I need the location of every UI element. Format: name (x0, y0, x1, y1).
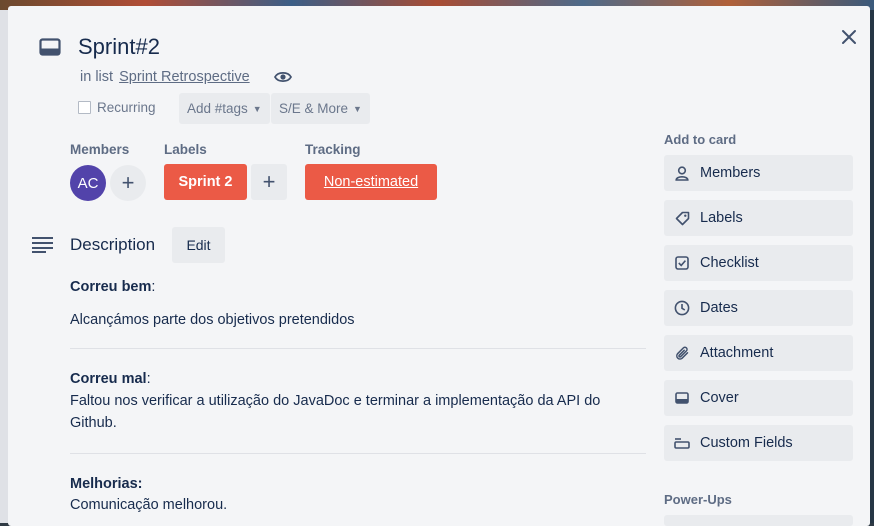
chevron-down-icon: ▼ (353, 103, 362, 114)
divider (70, 348, 646, 349)
card-icon (39, 38, 61, 56)
sidebar-attachment-label: Attachment (700, 345, 774, 361)
person-icon (674, 165, 690, 181)
sidebar-labels-label: Labels (700, 210, 743, 226)
tag-icon (674, 210, 690, 226)
chevron-down-icon: ▼ (252, 103, 262, 114)
close-button[interactable] (834, 22, 864, 52)
heading-bold: Melhorias: (70, 476, 143, 492)
description-heading-1: Correu bem: (70, 279, 156, 295)
edit-description-button[interactable]: Edit (172, 227, 225, 263)
description-title: Description (70, 235, 156, 254)
description-text-1: Alcançámos parte dos objetivos pretendid… (70, 312, 355, 328)
clock-icon (674, 300, 690, 316)
sidebar-dates-label: Dates (700, 300, 738, 316)
labels-heading: Labels (164, 142, 207, 157)
tracking-heading: Tracking (305, 142, 361, 157)
description-text-2-line-2: Github. (70, 415, 117, 431)
plus-icon: + (262, 169, 276, 194)
se-more-button[interactable]: S/E & More ▼ (271, 93, 370, 124)
description-heading-2: Correu mal: (70, 371, 151, 387)
recurring-checkbox[interactable] (78, 101, 91, 114)
sidebar-checklist-button[interactable]: Checklist (664, 245, 853, 281)
sidebar-dates-button[interactable]: Dates (664, 290, 853, 326)
list-link[interactable]: Sprint Retrospective (119, 69, 250, 85)
sidebar-custom-fields-label: Custom Fields (700, 435, 793, 451)
card-title[interactable]: Sprint#2 (78, 34, 160, 60)
avatar[interactable]: AC (70, 165, 106, 201)
power-up-button[interactable] (664, 515, 853, 526)
sidebar-attachment-button[interactable]: Attachment (664, 335, 853, 371)
sidebar-labels-button[interactable]: Labels (664, 200, 853, 236)
sidebar-members-label: Members (700, 165, 761, 181)
board-background-right (870, 10, 874, 523)
sidebar-custom-fields-button[interactable]: Custom Fields (664, 425, 853, 461)
paperclip-icon (674, 345, 690, 361)
sidebar-checklist-label: Checklist (700, 255, 759, 271)
label-chip[interactable]: Sprint 2 (164, 164, 247, 200)
tracking-button[interactable]: Non-estimated (305, 164, 437, 200)
plus-icon: + (121, 170, 135, 195)
description-text-2-line-1: Faltou nos verificar a utilização do Jav… (70, 393, 601, 409)
checkbox-icon (674, 255, 690, 271)
card-detail-window: Sprint#2 in list Sprint Retrospective Re… (8, 6, 870, 526)
add-member-button[interactable]: + (110, 165, 146, 201)
divider (70, 453, 646, 454)
power-ups-title: Power-Ups (664, 492, 732, 507)
in-list-prefix: in list (80, 69, 114, 85)
recurring-label: Recurring (97, 100, 156, 115)
add-label-button[interactable]: + (251, 164, 287, 200)
description-heading-3: Melhorias: (70, 473, 143, 495)
close-icon (842, 30, 856, 44)
custom-fields-icon (674, 435, 690, 451)
recurring-toggle[interactable]: Recurring (78, 100, 156, 115)
se-more-label: S/E & More (279, 101, 349, 116)
add-tags-button[interactable]: Add #tags ▼ (179, 93, 270, 124)
eye-icon[interactable] (274, 70, 292, 84)
sidebar-members-button[interactable]: Members (664, 155, 853, 191)
heading-bold: Correu bem (70, 279, 152, 295)
cover-icon (674, 390, 690, 406)
sidebar-cover-button[interactable]: Cover (664, 380, 853, 416)
description-text-3: Comunicação melhorou. (70, 497, 228, 513)
list-breadcrumb: in list Sprint Retrospective (80, 69, 250, 85)
members-heading: Members (70, 142, 130, 157)
description-icon (32, 237, 53, 253)
heading-bold: Correu mal (70, 371, 147, 387)
sidebar-cover-label: Cover (700, 390, 739, 406)
add-to-card-title: Add to card (664, 132, 737, 147)
add-tags-label: Add #tags (187, 101, 248, 116)
